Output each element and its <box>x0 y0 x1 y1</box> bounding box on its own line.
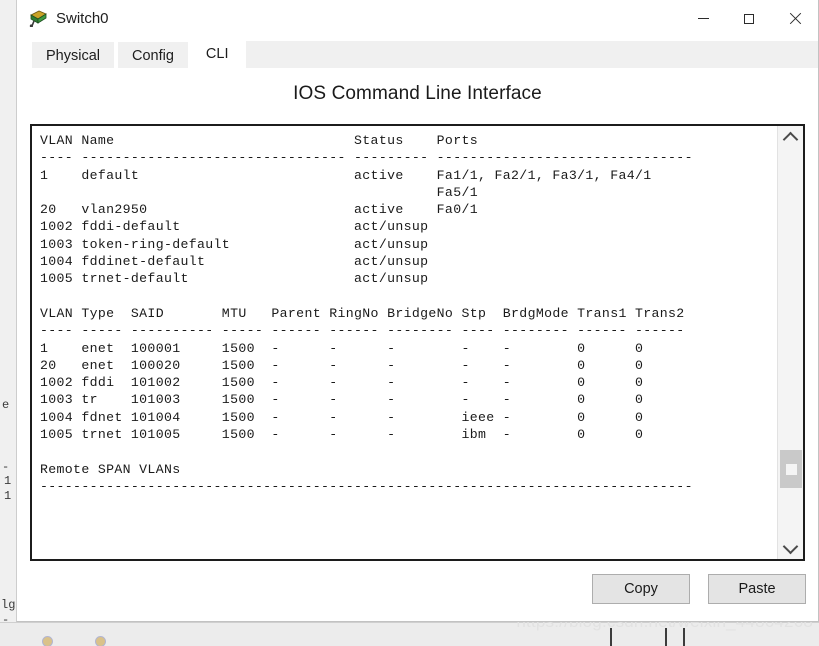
page-title: IOS Command Line Interface <box>293 83 542 104</box>
close-icon <box>789 12 802 25</box>
tab-bar: Physical Config CLI <box>17 37 818 69</box>
close-button[interactable] <box>772 0 818 37</box>
paste-button[interactable]: Paste <box>708 574 806 604</box>
scrollbar-thumb[interactable] <box>780 450 802 488</box>
window-title: Switch0 <box>56 10 109 27</box>
scroll-up-button[interactable] <box>778 126 803 148</box>
titlebar-left: Switch0 <box>17 10 109 28</box>
maximize-button[interactable] <box>726 0 772 37</box>
scrollbar-track[interactable] <box>778 148 803 537</box>
maximize-icon <box>744 13 754 24</box>
window-titlebar[interactable]: Switch0 <box>17 0 818 37</box>
action-buttons: Copy Paste <box>592 574 806 604</box>
background-text-fragment: - <box>2 460 10 474</box>
terminal-scrollbar[interactable] <box>777 126 803 559</box>
cli-output-text: VLAN Name Status Ports ---- ------------… <box>40 133 693 494</box>
background-text-fragment: 1 <box>4 489 12 503</box>
tab-bar-filler <box>245 41 818 69</box>
copy-button[interactable]: Copy <box>592 574 690 604</box>
switch-device-icon <box>28 10 47 28</box>
scrollbar-thumb-grip <box>785 463 797 475</box>
scroll-down-button[interactable] <box>778 537 803 559</box>
screen-root: e - 1 1 lg - https://blog.csdn.net/weixi… <box>0 0 819 646</box>
window-controls <box>680 0 818 37</box>
chevron-down-icon <box>782 538 799 554</box>
background-device-icon <box>95 636 106 646</box>
window-body: IOS Command Line Interface VLAN Name Sta… <box>17 69 818 621</box>
terminal-container: VLAN Name Status Ports ---- ------------… <box>30 124 805 561</box>
cli-output-area[interactable]: VLAN Name Status Ports ---- ------------… <box>32 126 777 559</box>
switch-cli-window: Switch0 Physical Config CLI IOS Command … <box>16 0 819 622</box>
background-text-fragment: 1 <box>4 474 12 488</box>
background-device-icon <box>42 636 53 646</box>
minimize-icon <box>697 18 709 19</box>
minimize-button[interactable] <box>680 0 726 37</box>
background-text-fragment: e <box>2 398 10 412</box>
chevron-up-icon <box>782 131 799 147</box>
background-left-strip <box>0 0 17 622</box>
tab-cli[interactable]: CLI <box>190 38 244 69</box>
tab-physical[interactable]: Physical <box>31 41 115 69</box>
tab-config[interactable]: Config <box>117 41 189 69</box>
background-text-fragment: lg <box>1 598 16 612</box>
